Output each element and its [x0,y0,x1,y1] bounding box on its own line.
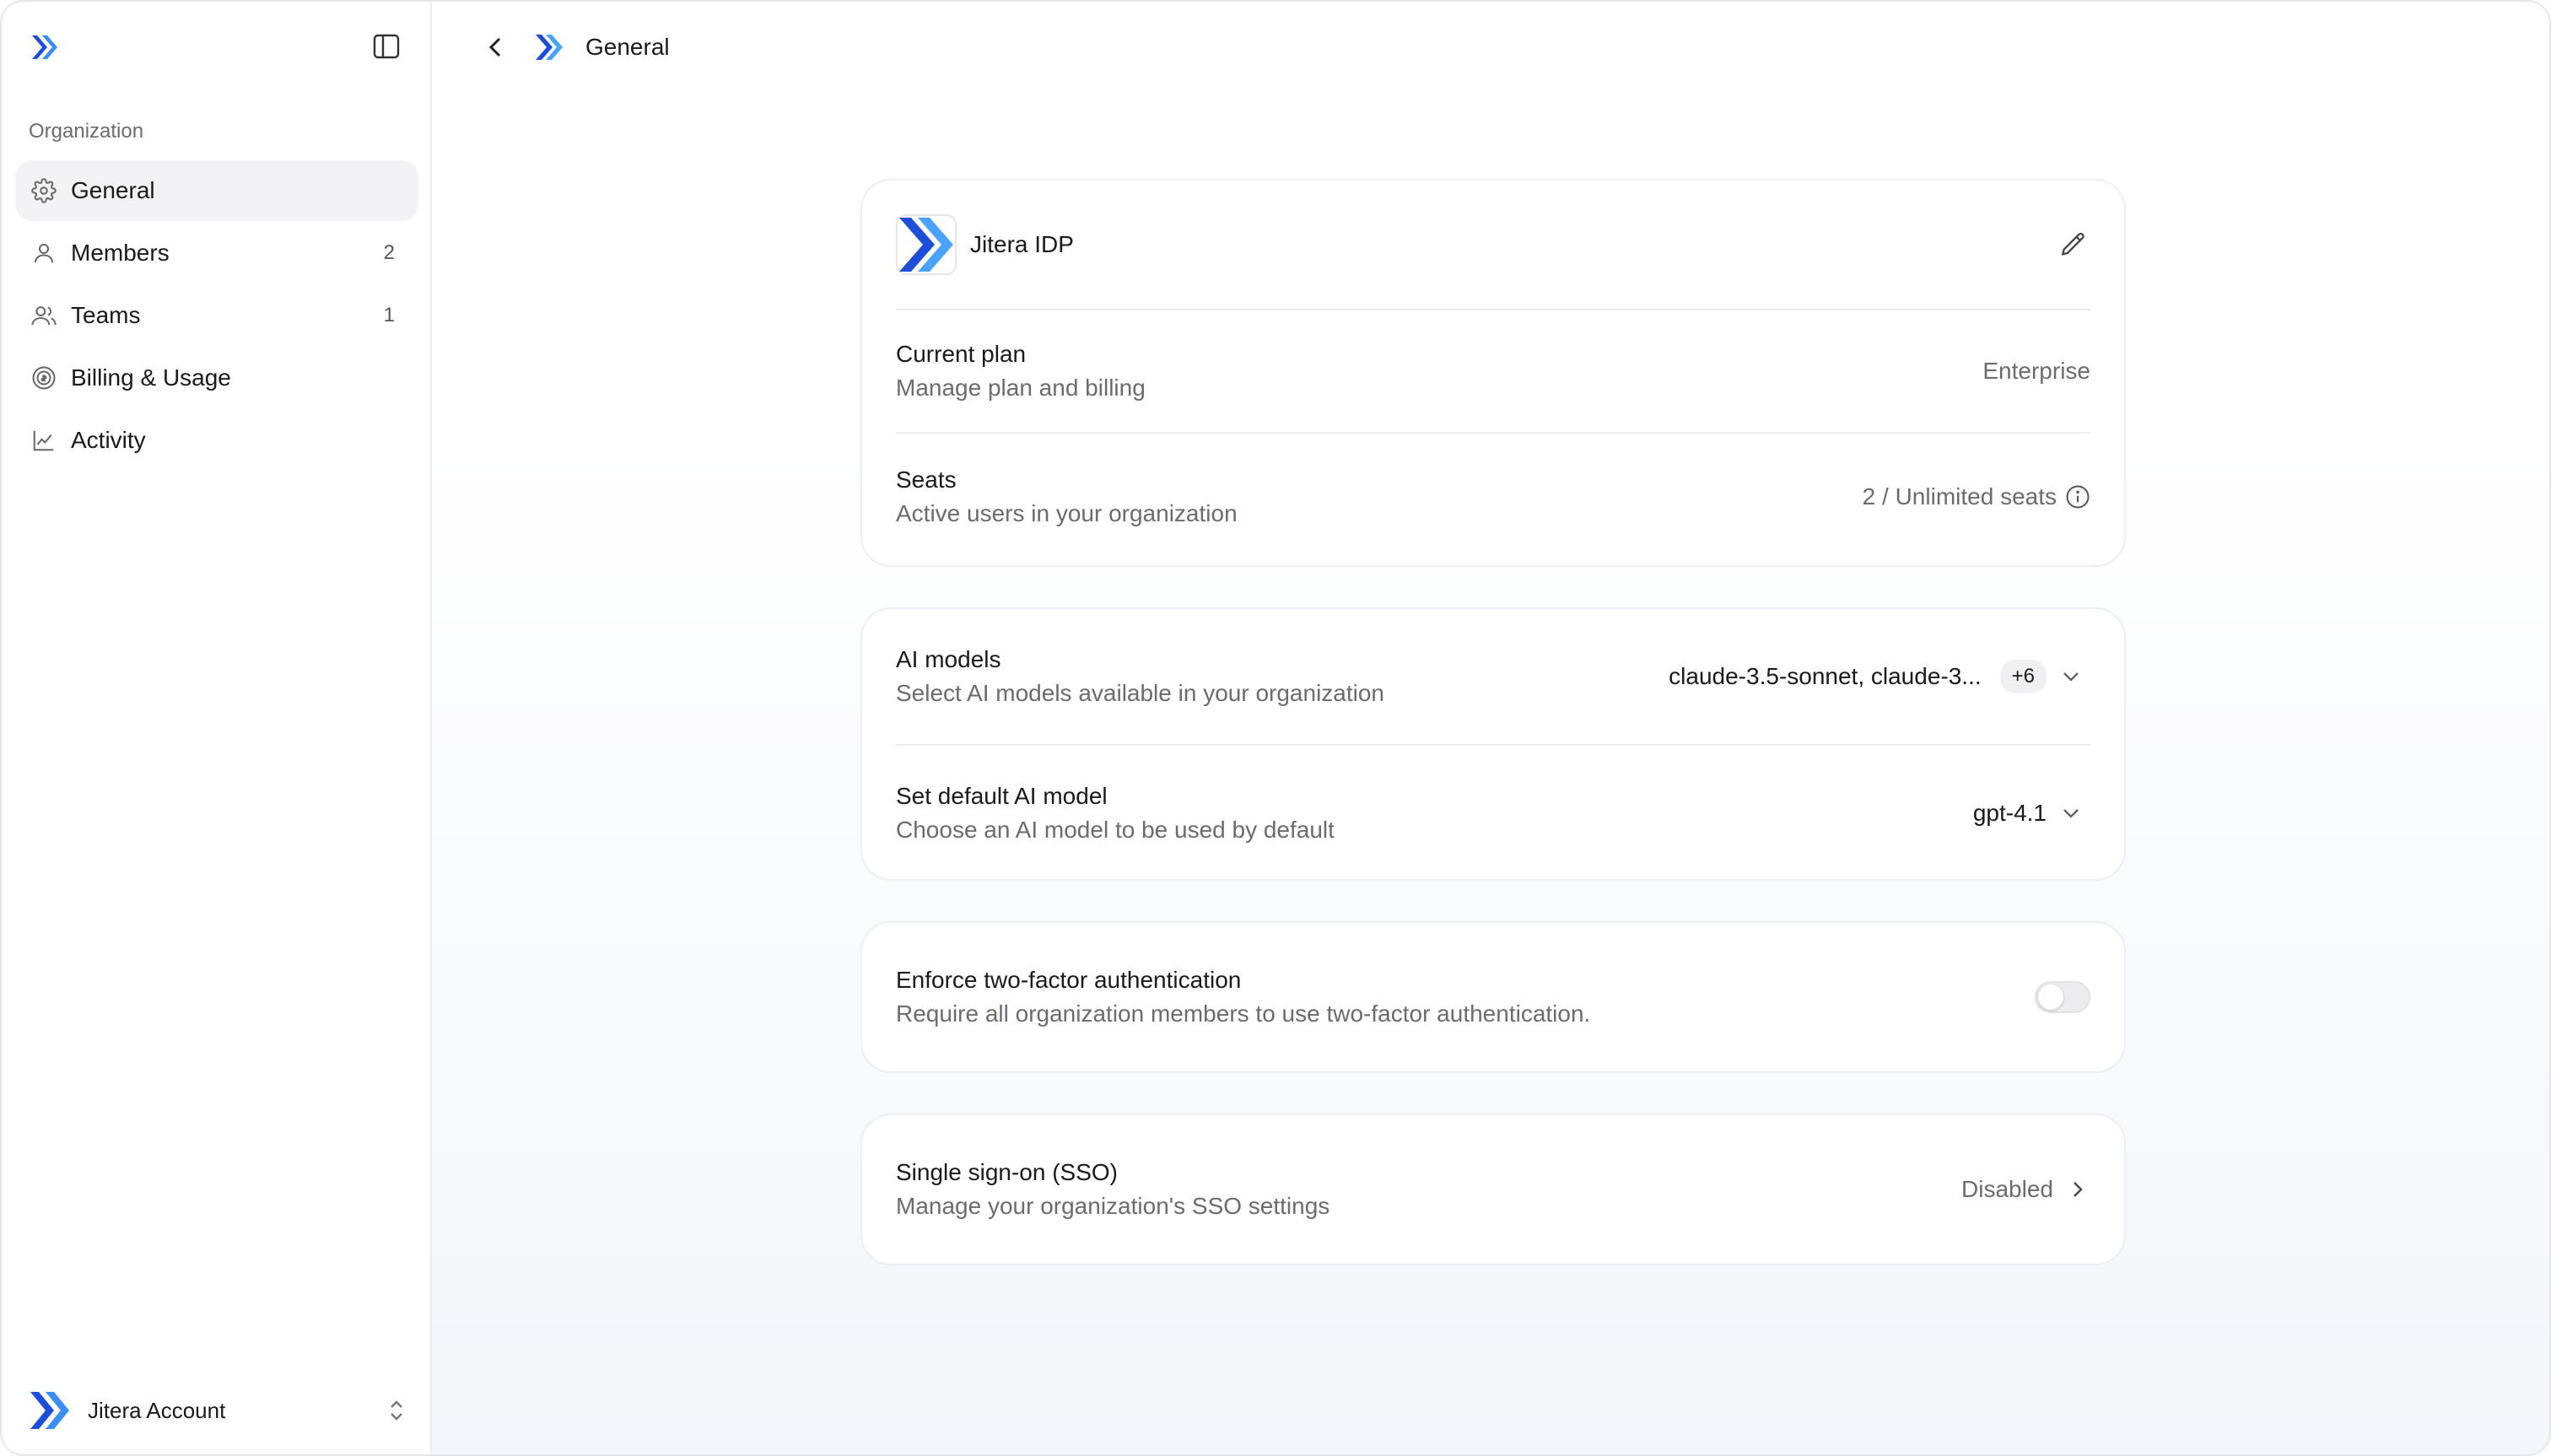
two-factor-title: Enforce two-factor authentication [896,967,1242,993]
default-model-select[interactable]: gpt-4.1 [1973,800,2084,827]
default-model-title: Set default AI model [896,783,1108,809]
page-title: General [585,34,670,60]
chevron-right-icon [2074,1182,2083,1197]
sidebar: Organization General Members 2 Teams 1 B… [2,2,432,1454]
account-name: Jitera Account [88,1397,226,1423]
sso-subtitle: Manage your organization's SSO settings [896,1193,1330,1219]
ai-models-subtitle: Select AI models available in your organ… [896,680,1385,706]
jitera-logo-icon [30,1392,69,1429]
toggle-knob [2038,984,2063,1010]
sidebar-item-members[interactable]: Members 2 [15,223,418,283]
chevron-down-icon [2063,672,2079,682]
sidebar-item-label: Billing & Usage [71,364,231,391]
ai-models-row: AI models Select AI models available in … [896,609,2090,746]
app-window: Organization General Members 2 Teams 1 B… [0,0,2551,1456]
sidebar-item-teams[interactable]: Teams 1 [15,285,418,346]
sidebar-item-activity[interactable]: Activity [15,410,418,471]
members-count: 2 [383,241,395,264]
sidebar-section-label: Organization [29,120,144,143]
two-factor-row: Enforce two-factor authentication Requir… [896,923,2090,1071]
sidebar-item-general[interactable]: General [15,160,418,221]
sidebar-item-billing[interactable]: Billing & Usage [15,348,418,408]
plan-value: Enterprise [1982,358,2090,384]
two-factor-toggle[interactable] [2035,981,2090,1013]
sso-card[interactable]: Single sign-on (SSO) Manage your organiz… [860,1114,2126,1265]
info-icon[interactable] [2065,484,2090,510]
ai-models-card: AI models Select AI models available in … [860,607,2126,881]
seats-row: Seats Active users in your organization … [896,434,2090,560]
seats-subtitle: Active users in your organization [896,500,1238,526]
current-plan-row[interactable]: Current plan Manage plan and billing Ent… [896,310,2090,434]
sidebar-item-label: Activity [71,427,146,453]
sidebar-item-label: Teams [71,302,141,328]
jitera-logo-icon [536,35,563,60]
chart-line-icon [30,427,57,454]
two-factor-subtitle: Require all organization members to use … [896,1000,1591,1027]
sidebar-nav: General Members 2 Teams 1 Billing & Usag… [15,160,418,472]
sso-status: Disabled [1961,1176,2053,1202]
chevron-down-icon [2063,809,2079,818]
default-model-value: gpt-4.1 [1972,800,2047,826]
users-icon [30,302,57,329]
seats-title: Seats [896,466,957,493]
main-content: General Jitera IDP Current plan Manage p… [432,2,2549,1454]
org-header-row: Jitera IDP [896,181,2090,310]
ai-models-extra-badge: +6 [1999,660,2047,693]
billing-icon [30,364,57,391]
organization-card: Jitera IDP Current plan Manage plan and … [860,179,2126,567]
org-name: Jitera IDP [970,231,1074,257]
ai-models-title: AI models [896,646,1001,672]
jitera-logo-icon[interactable] [29,30,62,64]
back-arrow-icon[interactable] [479,30,513,64]
plan-title: Current plan [896,341,1027,367]
default-model-subtitle: Choose an AI model to be used by default [896,817,1335,843]
sso-title: Single sign-on (SSO) [896,1159,1119,1185]
user-icon [30,240,57,267]
pencil-icon[interactable] [2057,228,2090,262]
chevron-up-down-icon [391,1400,402,1421]
teams-count: 1 [383,304,395,326]
sidebar-item-label: General [71,177,155,203]
sidebar-toggle-icon[interactable] [373,34,400,59]
plan-subtitle: Manage plan and billing [896,375,1146,401]
account-switcher[interactable]: Jitera Account [29,1385,408,1436]
sso-row[interactable]: Single sign-on (SSO) Manage your organiz… [896,1115,2090,1264]
sidebar-item-label: Members [71,240,170,266]
seats-value: 2 / Unlimited seats [1862,483,2057,510]
ai-models-value: claude-3.5-sonnet, claude-3... [1669,663,1982,689]
two-factor-card: Enforce two-factor authentication Requir… [860,921,2126,1073]
org-logo [896,214,957,275]
default-model-row: Set default AI model Choose an AI model … [896,746,2090,881]
ai-models-select[interactable]: claude-3.5-sonnet, claude-3... +6 [1669,660,2084,693]
gear-icon [30,177,57,204]
top-bar: General [432,2,2549,94]
